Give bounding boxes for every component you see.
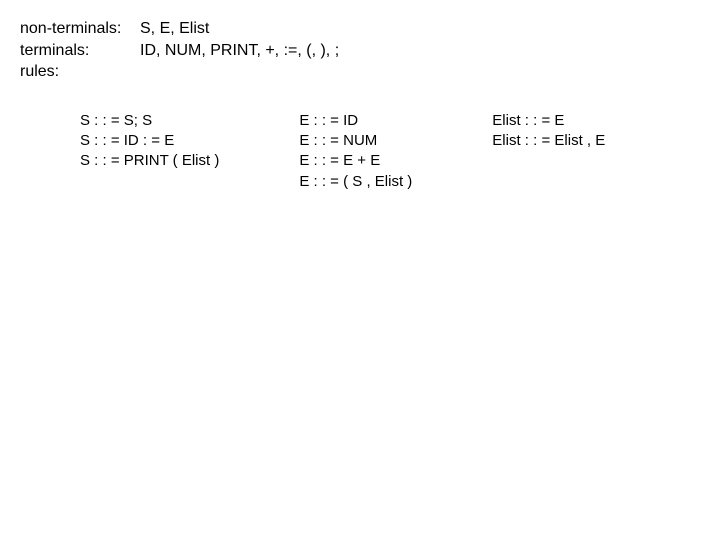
rule-line: E : : = NUM xyxy=(299,131,412,151)
rules-col-elist: Elist : : = E Elist : : = Elist , E xyxy=(492,111,605,192)
nonterminals-label: non-terminals: xyxy=(20,18,140,40)
nonterminals-row: non-terminals: S, E, Elist xyxy=(20,18,700,40)
rule-line: Elist : : = Elist , E xyxy=(492,131,605,151)
rule-line: S : : = ID : = E xyxy=(80,131,219,151)
rules-col-s: S : : = S; S S : : = ID : = E S : : = PR… xyxy=(80,111,219,192)
rule-line: Elist : : = E xyxy=(492,111,605,131)
definitions-block: non-terminals: S, E, Elist terminals: ID… xyxy=(20,18,700,83)
terminals-value: ID, NUM, PRINT, +, :=, (, ), ; xyxy=(140,40,700,62)
rules-label: rules: xyxy=(20,61,140,83)
rules-col-e: E : : = ID E : : = NUM E : : = E + E E :… xyxy=(299,111,412,192)
rules-value-empty xyxy=(140,61,700,83)
rule-line: E : : = E + E xyxy=(299,151,412,171)
terminals-row: terminals: ID, NUM, PRINT, +, :=, (, ), … xyxy=(20,40,700,62)
rules-row: rules: xyxy=(20,61,700,83)
rule-line: E : : = ID xyxy=(299,111,412,131)
grammar-definition-page: non-terminals: S, E, Elist terminals: ID… xyxy=(0,0,720,210)
rule-line: E : : = ( S , Elist ) xyxy=(299,172,412,192)
rule-line: S : : = PRINT ( Elist ) xyxy=(80,151,219,171)
rules-columns: S : : = S; S S : : = ID : = E S : : = PR… xyxy=(20,111,700,192)
rule-line: S : : = S; S xyxy=(80,111,219,131)
terminals-label: terminals: xyxy=(20,40,140,62)
nonterminals-value: S, E, Elist xyxy=(140,18,700,40)
